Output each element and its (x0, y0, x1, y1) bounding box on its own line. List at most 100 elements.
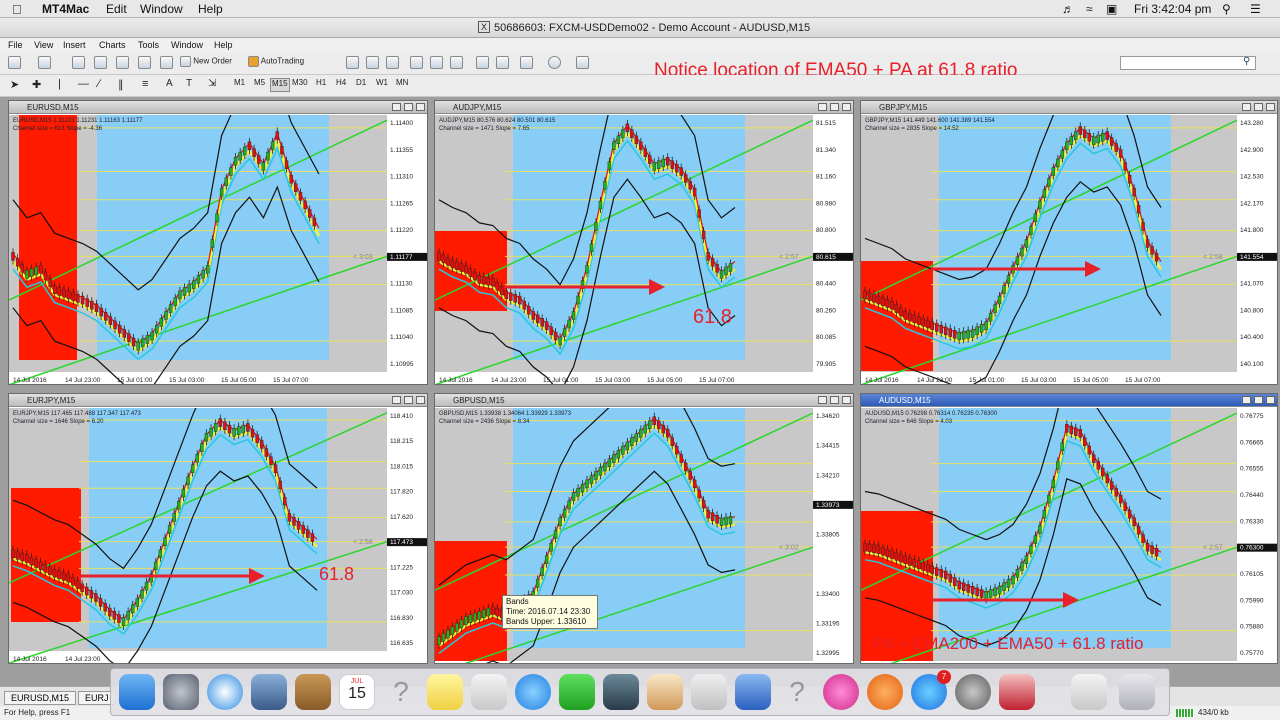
auto-scroll-icon[interactable] (476, 56, 489, 70)
messages-icon[interactable] (515, 674, 551, 710)
chart-caption[interactable]: AUDJPY,M15 (435, 101, 853, 114)
bar-chart-icon[interactable] (346, 56, 359, 70)
maximize-icon[interactable] (1254, 103, 1263, 111)
search-input[interactable] (1120, 56, 1256, 70)
auto-trading-button[interactable]: AutoTrading (248, 56, 304, 70)
menu-file[interactable]: File (8, 40, 23, 50)
chart-window-eurusd[interactable]: EURUSD,M15 EURUSD,M15 1.11223 1.11231 1.1… (8, 100, 428, 385)
mac-menu-help[interactable]: Help (198, 2, 223, 16)
chart-window-audusd[interactable]: AUDUSD,M15 AUDUSD,M15 0.76298 0.76314 0.7… (860, 393, 1278, 664)
downloads-icon[interactable] (1071, 674, 1107, 710)
text-tool-icon[interactable]: A (166, 78, 173, 92)
chart-caption[interactable]: GBPUSD,M15 (435, 394, 853, 407)
photo-booth-icon[interactable] (603, 674, 639, 710)
speaker-icon[interactable]: ♬ (1062, 2, 1074, 16)
menu-charts[interactable]: Charts (99, 40, 126, 50)
close-icon[interactable] (842, 396, 851, 404)
contacts-icon[interactable] (295, 674, 331, 710)
data-window-icon[interactable] (94, 56, 107, 70)
indicators-icon[interactable] (520, 56, 533, 70)
calendar-icon[interactable]: JUL 15 (339, 674, 375, 710)
tab-eurusd[interactable]: EURUSD,M15 (4, 691, 77, 705)
maximize-icon[interactable] (404, 396, 413, 404)
menu-view[interactable]: View (34, 40, 53, 50)
market-watch-icon[interactable] (72, 56, 85, 70)
mt4-icon[interactable] (999, 674, 1035, 710)
ibooks-icon[interactable] (867, 674, 903, 710)
tf-d1[interactable]: D1 (356, 78, 366, 92)
clock-text[interactable]: Fri 3:42:04 pm (1134, 2, 1211, 16)
zoom-in-icon[interactable] (410, 56, 423, 70)
close-icon[interactable] (1266, 103, 1275, 111)
display-icon[interactable]: ▣ (1106, 2, 1117, 16)
arrows-icon[interactable]: ⇲ (208, 78, 216, 92)
question-icon[interactable]: ? (383, 674, 419, 710)
line-chart-icon[interactable] (386, 56, 399, 70)
search-icon[interactable]: ⚲ (1243, 56, 1250, 67)
tf-m30[interactable]: M30 (292, 78, 308, 92)
chart-caption[interactable]: EURUSD,M15 (9, 101, 427, 114)
safari-icon[interactable] (207, 674, 243, 710)
tf-h1[interactable]: H1 (316, 78, 326, 92)
candlestick-icon[interactable] (366, 56, 379, 70)
tile-windows-icon[interactable] (450, 56, 463, 70)
minimize-icon[interactable] (818, 396, 827, 404)
crosshair-icon[interactable]: ✚ (32, 78, 41, 92)
tf-m15[interactable]: M15 (270, 78, 290, 92)
close-icon[interactable] (1266, 396, 1275, 404)
menu-window[interactable]: Window (171, 40, 203, 50)
new-order-button[interactable]: New Order (180, 56, 232, 70)
chart-shift-icon[interactable] (496, 56, 509, 70)
close-icon[interactable] (416, 396, 425, 404)
numbers-icon[interactable] (691, 674, 727, 710)
chart-window-eurjpy[interactable]: EURJPY,M15 EURJPY,M15 117.465 117.488 117… (8, 393, 428, 664)
vertical-line-icon[interactable]: | (58, 78, 61, 92)
fibonacci-icon[interactable]: ≡ (142, 78, 148, 92)
chart-window-gbpjpy[interactable]: GBPJPY,M15 GBPJPY,M15 141.449 141.600 141… (860, 100, 1278, 385)
finder-icon[interactable] (119, 674, 155, 710)
zoom-out-icon[interactable] (430, 56, 443, 70)
system-preferences-icon[interactable] (955, 674, 991, 710)
maximize-icon[interactable] (830, 103, 839, 111)
mac-menu-window[interactable]: Window (140, 2, 183, 16)
menu-insert[interactable]: Insert (63, 40, 86, 50)
chart-caption[interactable]: AUDUSD,M15 (861, 394, 1277, 407)
launchpad-icon[interactable] (163, 674, 199, 710)
terminal-icon[interactable] (138, 56, 151, 70)
app-store-icon[interactable]: 7 (911, 670, 951, 710)
minimize-icon[interactable] (392, 103, 401, 111)
mac-menu-edit[interactable]: Edit (106, 2, 127, 16)
preview-icon[interactable] (471, 674, 507, 710)
trash-icon[interactable] (1119, 674, 1155, 710)
tf-m5[interactable]: M5 (254, 78, 265, 92)
close-icon[interactable] (842, 103, 851, 111)
label-tool-icon[interactable]: T (186, 78, 192, 92)
chart-caption[interactable]: EURJPY,M15 (9, 394, 427, 407)
maximize-icon[interactable] (830, 396, 839, 404)
periods-icon[interactable] (548, 56, 561, 70)
mac-menu-app[interactable]: MT4Mac (42, 2, 89, 16)
channel-icon[interactable]: ∥ (118, 78, 124, 92)
tf-h4[interactable]: H4 (336, 78, 346, 92)
mail-icon[interactable] (251, 674, 287, 710)
minimize-icon[interactable] (1242, 396, 1251, 404)
templates-icon[interactable] (576, 56, 589, 70)
menu-help[interactable]: Help (214, 40, 233, 50)
cursor-icon[interactable]: ➤ (10, 78, 19, 92)
spotlight-icon[interactable]: ⚲ (1222, 2, 1231, 16)
maximize-icon[interactable] (1254, 396, 1263, 404)
question-icon-2[interactable]: ? (779, 674, 815, 710)
notes-icon[interactable] (427, 674, 463, 710)
horizontal-line-icon[interactable]: — (78, 78, 89, 92)
menu-tools[interactable]: Tools (138, 40, 159, 50)
minimize-icon[interactable] (1242, 103, 1251, 111)
facetime-icon[interactable] (559, 674, 595, 710)
keynote-icon[interactable] (735, 674, 771, 710)
chart-window-gbpusd[interactable]: GBPUSD,M15 GBPUSD,M15 1.33938 1.34064 1.3… (434, 393, 854, 664)
tf-w1[interactable]: W1 (376, 78, 388, 92)
itunes-icon[interactable] (823, 674, 859, 710)
apple-icon[interactable]:  (12, 2, 22, 17)
trendline-icon[interactable]: ∕ (98, 78, 100, 92)
navigator-icon[interactable] (116, 56, 129, 70)
chart-caption[interactable]: GBPJPY,M15 (861, 101, 1277, 114)
